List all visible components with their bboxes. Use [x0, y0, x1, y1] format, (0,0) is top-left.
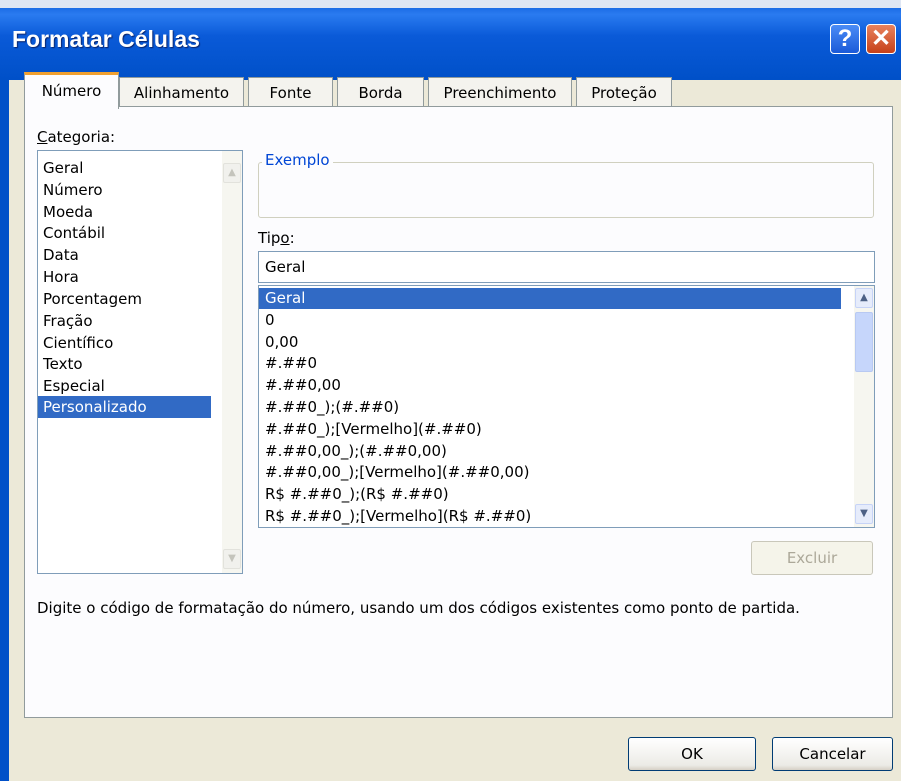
list-item[interactable]: Fração [38, 310, 93, 332]
tab-label: Preenchimento [443, 84, 557, 102]
cancel-button[interactable]: Cancelar [772, 737, 893, 771]
list-item[interactable]: Moeda [38, 201, 93, 223]
tipo-label: Tipo: [258, 229, 295, 247]
tab-label: Fonte [269, 84, 312, 102]
exemplo-label: Exemplo [262, 151, 333, 169]
chevron-down-icon: ▼ [228, 553, 236, 564]
close-icon: ✕ [870, 25, 892, 52]
list-item[interactable]: Especial [38, 375, 105, 397]
tab-label: Proteção [591, 84, 657, 102]
list-item[interactable]: Científico [38, 332, 113, 354]
help-button[interactable]: ? [830, 24, 860, 54]
list-item[interactable]: #.##0 [259, 353, 317, 374]
list-item[interactable]: R$ #.##0_);(R$ #.##0) [259, 484, 449, 505]
list-item[interactable]: #.##0,00_);[Vermelho](#.##0,00) [259, 462, 529, 483]
list-item[interactable]: Data [38, 244, 79, 266]
list-item[interactable]: Porcentagem [38, 288, 142, 310]
excluir-button[interactable]: Excluir [751, 541, 873, 575]
scroll-down-button[interactable]: ▼ [855, 504, 873, 524]
list-item[interactable]: Hora [38, 266, 79, 288]
tab-alinhamento[interactable]: Alinhamento [119, 77, 244, 107]
format-list[interactable]: Geral 0 0,00 #.##0 #.##0,00 #.##0_);(#.#… [258, 285, 875, 528]
tab-protecao[interactable]: Proteção [576, 77, 672, 107]
categoria-list[interactable]: Geral Número Moeda Contábil Data Hora Po… [37, 150, 243, 574]
list-item[interactable]: #.##0,00_);(#.##0,00) [259, 441, 447, 462]
list-item-selected[interactable]: Geral [259, 288, 841, 309]
chevron-up-icon: ▲ [860, 292, 868, 303]
categoria-scrollbar[interactable]: ▲ ▼ [222, 151, 242, 573]
chevron-down-icon: ▼ [860, 508, 868, 519]
close-button[interactable]: ✕ [866, 24, 896, 54]
window-left-border [0, 80, 9, 781]
list-item[interactable]: R$ #.##0_);[Vermelho](R$ #.##0) [259, 506, 531, 527]
question-mark-icon: ? [837, 25, 853, 52]
scroll-up-button[interactable]: ▲ [223, 163, 241, 183]
list-item[interactable]: #.##0_);(#.##0) [259, 397, 399, 418]
title-bar-top-edge [0, 0, 901, 8]
chevron-up-icon: ▲ [228, 167, 236, 178]
format-description: Digite o código de formatação do número,… [37, 599, 800, 617]
tipo-input[interactable]: Geral [258, 251, 875, 283]
tab-preenchimento[interactable]: Preenchimento [428, 77, 572, 107]
format-list-scrollbar[interactable]: ▲ ▼ [854, 286, 874, 527]
dialog-title: Formatar Células [12, 26, 200, 52]
list-item[interactable]: Número [38, 179, 103, 201]
tab-fonte[interactable]: Fonte [248, 77, 333, 107]
list-item[interactable]: Texto [38, 353, 83, 375]
title-bar[interactable]: Formatar Células ? ✕ [0, 0, 901, 80]
tab-label: Borda [358, 84, 403, 102]
list-item-selected[interactable]: Personalizado [38, 396, 211, 418]
exemplo-group [258, 162, 874, 218]
list-item[interactable]: #.##0_);[Vermelho](#.##0) [259, 419, 482, 440]
list-item[interactable]: Contábil [38, 222, 105, 244]
tab-label: Alinhamento [133, 84, 230, 102]
list-item[interactable]: 0,00 [259, 332, 298, 353]
categoria-label: Categoria: [37, 128, 116, 146]
tab-borda[interactable]: Borda [337, 77, 424, 107]
tab-numero[interactable]: Número [24, 72, 119, 109]
scroll-down-button[interactable]: ▼ [223, 549, 241, 569]
scrollbar-thumb[interactable] [855, 312, 873, 372]
list-item[interactable]: #.##0,00 [259, 375, 341, 396]
ok-button[interactable]: OK [628, 737, 756, 771]
list-item[interactable]: 0 [259, 310, 275, 331]
tab-label: Número [41, 82, 102, 100]
scroll-up-button[interactable]: ▲ [855, 288, 873, 308]
list-item[interactable]: Geral [38, 157, 83, 179]
